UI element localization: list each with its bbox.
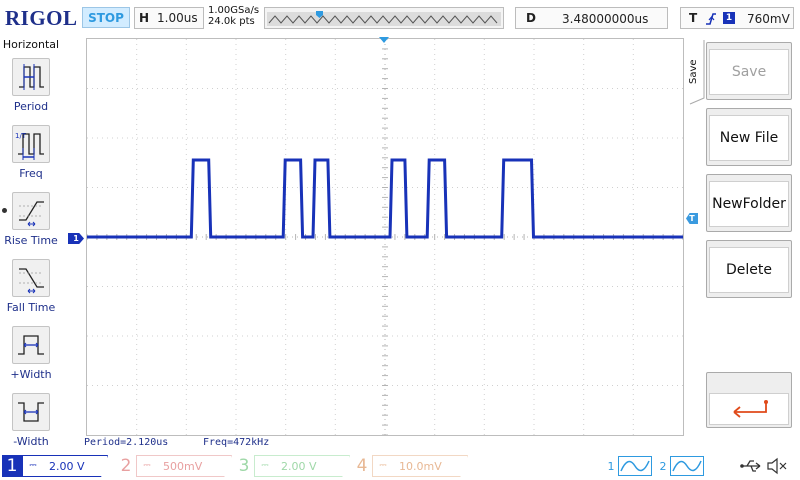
measure-freq[interactable]: 1/T Freq: [0, 123, 62, 189]
channel2-number: 2: [120, 456, 132, 476]
delete-button[interactable]: Delete: [706, 240, 792, 298]
measure-positive-width[interactable]: +Width: [0, 324, 62, 390]
channel4-coupling-icon: ⎓: [379, 461, 387, 471]
channel4-status[interactable]: 4 ⎓ 10.0mV: [352, 455, 468, 477]
new-file-button-label: New File: [709, 115, 789, 161]
trigger-level-marker[interactable]: T: [686, 213, 698, 224]
channel-status-bar: 1 ⎓ 2.00 V 2 ⎓ 500mV 3 ⎓ 2.00 V 4 ⎓ 10.0…: [0, 452, 800, 480]
math2-wave-icon: [670, 456, 704, 476]
menu-title: Horizontal: [2, 38, 60, 51]
memory-waveform-preview: [267, 11, 501, 26]
channel4-number: 4: [356, 456, 368, 476]
channel4-scale: 10.0mV: [399, 459, 442, 473]
measure-positive-width-label: +Width: [10, 368, 52, 381]
trigger-key: T: [689, 11, 698, 25]
channel2-coupling-icon: ⎓: [143, 461, 151, 471]
trigger-source-badge: 1: [723, 12, 735, 24]
measure-fall-time[interactable]: Fall Time: [0, 257, 62, 323]
channel3-scale: 2.00 V: [281, 459, 317, 473]
measure-negative-width-label: -Width: [13, 435, 49, 448]
run-stop-status[interactable]: STOP: [82, 7, 130, 28]
return-arrow-icon: [733, 400, 768, 418]
mute-icon[interactable]: [766, 457, 788, 475]
trigger-position-marker[interactable]: [379, 37, 389, 44]
sample-rate: 1.00GSa/s: [208, 5, 260, 16]
measure-period[interactable]: Period: [0, 56, 62, 122]
save-button-label: Save: [709, 49, 789, 95]
channel3-number: 3: [238, 456, 250, 476]
trigger-display[interactable]: T 1 760mV: [680, 7, 794, 29]
channel1-scale: 2.00 V: [49, 459, 85, 473]
brand-logo: RIGOL: [5, 6, 78, 30]
new-file-button[interactable]: New File: [706, 108, 792, 166]
channel1-trace: [87, 158, 683, 239]
top-status-bar: RIGOL STOP H 1.00us 1.00GSa/s 24.0k pts …: [0, 0, 800, 36]
rise-time-icon: [12, 192, 50, 230]
measure-negative-width[interactable]: -Width: [0, 391, 62, 457]
new-folder-button-label: NewFolder: [709, 181, 789, 227]
channel1-coupling-icon: ⎓: [29, 461, 37, 471]
svg-text:1/T: 1/T: [15, 132, 27, 140]
channel2-scale: 500mV: [163, 459, 203, 473]
math1-button[interactable]: 1: [604, 455, 654, 477]
rising-edge-icon: [706, 13, 716, 25]
channel1-status[interactable]: 1 ⎓ 2.00 V: [2, 455, 108, 477]
trigger-level: 760mV: [747, 12, 790, 26]
save-button[interactable]: Save: [706, 42, 792, 100]
new-folder-button[interactable]: NewFolder: [706, 174, 792, 232]
measure-rise-time[interactable]: Rise Time: [0, 190, 62, 256]
period-measurement: Period=2.120us: [84, 437, 169, 448]
measure-period-label: Period: [13, 100, 49, 113]
memory-depth: 24.0k pts: [208, 16, 255, 27]
freq-measurement: Freq=472kHz: [203, 437, 270, 448]
timebase-display[interactable]: H 1.00us: [134, 7, 204, 29]
math2-number: 2: [659, 459, 667, 473]
delay-value: 3.48000000us: [562, 12, 649, 26]
math2-button[interactable]: 2: [656, 455, 706, 477]
channel3-status[interactable]: 3 ⎓ 2.00 V: [234, 455, 350, 477]
math1-wave-icon: [618, 456, 652, 476]
waveform-display[interactable]: [86, 38, 684, 436]
channel1-number: 1: [2, 455, 22, 477]
usb-icon: [740, 460, 761, 472]
memory-position-bar[interactable]: [264, 7, 504, 29]
save-tab-bracket: [689, 40, 705, 105]
horizontal-measure-menu: Horizontal Period 1/T Freq Rise Time Fal…: [0, 36, 62, 452]
sampling-info: 1.00GSa/s 24.0k pts: [208, 5, 259, 27]
measure-rise-time-label: Rise Time: [4, 234, 58, 247]
math1-number: 1: [607, 459, 615, 473]
channel2-status[interactable]: 2 ⎓ 500mV: [116, 455, 232, 477]
timebase-value: 1.00us: [157, 11, 198, 25]
period-icon: [12, 58, 50, 96]
channel3-coupling-icon: ⎓: [261, 461, 269, 471]
waveform-grid: [87, 39, 683, 435]
measure-fall-time-label: Fall Time: [6, 301, 56, 314]
return-button[interactable]: [706, 372, 792, 428]
delay-display[interactable]: D 3.48000000us: [515, 7, 668, 29]
measure-freq-label: Freq: [19, 167, 43, 180]
positive-width-icon: [12, 326, 50, 364]
frequency-icon: 1/T: [12, 125, 50, 163]
delete-button-label: Delete: [709, 247, 789, 293]
timebase-key: H: [139, 11, 150, 25]
fall-time-icon: [12, 259, 50, 297]
delay-key: D: [526, 11, 536, 25]
channel1-offset-marker[interactable]: 1: [68, 233, 84, 244]
negative-width-icon: [12, 393, 50, 431]
